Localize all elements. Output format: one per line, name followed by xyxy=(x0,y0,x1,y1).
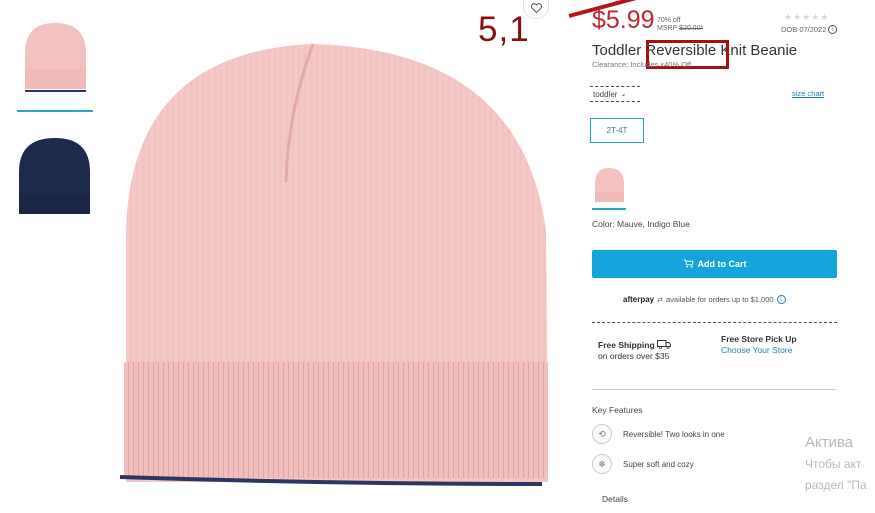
store-pickup-info: Free Store Pick Up Choose Your Store xyxy=(721,334,797,356)
free-shipping-subtitle: on orders over $35 xyxy=(598,351,670,361)
product-main-image xyxy=(118,32,552,492)
afterpay-icon: ⇄ xyxy=(657,296,663,304)
color-label: Color: Mauve, Indigo Blue xyxy=(592,219,690,229)
size-chart-link[interactable]: size chart xyxy=(792,89,824,98)
size-type-label: toddler xyxy=(593,89,618,99)
size-type-dropdown[interactable]: toddler ⌄ xyxy=(590,86,640,102)
heart-icon xyxy=(530,0,542,18)
msrp-label: MSRP xyxy=(657,25,678,32)
free-shipping-info: Free Shipping on orders over $35 xyxy=(598,340,672,362)
snowflake-icon: ❄ xyxy=(592,454,612,474)
divider xyxy=(592,322,837,323)
price-discount-info: 70% off MSRP $20.00* xyxy=(657,17,703,33)
annotation-number: 5,1 xyxy=(478,10,530,49)
cart-icon xyxy=(683,258,694,270)
add-to-cart-label: Add to Cart xyxy=(697,259,747,269)
thumbnail-selected-indicator xyxy=(17,110,93,112)
sale-price: $5.99 xyxy=(592,6,655,34)
store-pickup-title: Free Store Pick Up xyxy=(721,334,797,344)
watermark-line: Актива xyxy=(805,434,854,451)
dob-text: DOB 07/2022 xyxy=(781,25,827,34)
truck-icon xyxy=(657,340,672,350)
reversible-icon: ⟲ xyxy=(592,424,612,444)
key-feature-item: ❄ Super soft and cozy xyxy=(592,454,694,474)
key-feature-text: Reversible! Two looks in one xyxy=(623,429,725,439)
afterpay-logo: afterpay xyxy=(623,295,655,304)
windows-activation-watermark: Актива Чтобы акт раздел "Па xyxy=(805,432,867,496)
size-option-button[interactable]: 2T-4T xyxy=(590,118,644,143)
key-feature-item: ⟲ Reversible! Two looks in one xyxy=(592,424,725,444)
thumbnail-pink-beanie[interactable] xyxy=(17,17,94,95)
clearance-text: Clearance: Includes x40% Off xyxy=(592,60,692,69)
chevron-down-icon: ⌄ xyxy=(620,91,627,98)
watermark-line: Чтобы акт xyxy=(805,457,862,471)
details-toggle[interactable]: Details xyxy=(602,494,628,504)
key-feature-text: Super soft and cozy xyxy=(623,459,694,469)
free-shipping-title: Free Shipping xyxy=(598,340,655,350)
percent-off: 70% off xyxy=(657,17,681,24)
thumbnail-navy-beanie[interactable] xyxy=(17,136,94,214)
afterpay-text: available for orders up to $1,000 xyxy=(666,295,774,304)
add-to-cart-button[interactable]: Add to Cart xyxy=(592,250,837,278)
watermark-line: раздел "Па xyxy=(805,478,867,492)
rating-stars[interactable]: ★★★★★ xyxy=(784,12,829,23)
swatch-selected-indicator xyxy=(592,208,626,210)
choose-store-link[interactable]: Choose Your Store xyxy=(721,345,792,355)
info-icon[interactable]: i xyxy=(828,25,838,34)
msrp-value: $20.00* xyxy=(679,25,704,32)
color-swatch-mauve[interactable] xyxy=(592,166,627,204)
key-features-title: Key Features xyxy=(592,405,643,415)
afterpay-info: afterpay ⇄ available for orders up to $1… xyxy=(623,295,786,304)
divider xyxy=(592,389,837,390)
dob-info: DOB 07/2022 i xyxy=(781,25,838,34)
info-icon[interactable]: i xyxy=(776,295,786,304)
